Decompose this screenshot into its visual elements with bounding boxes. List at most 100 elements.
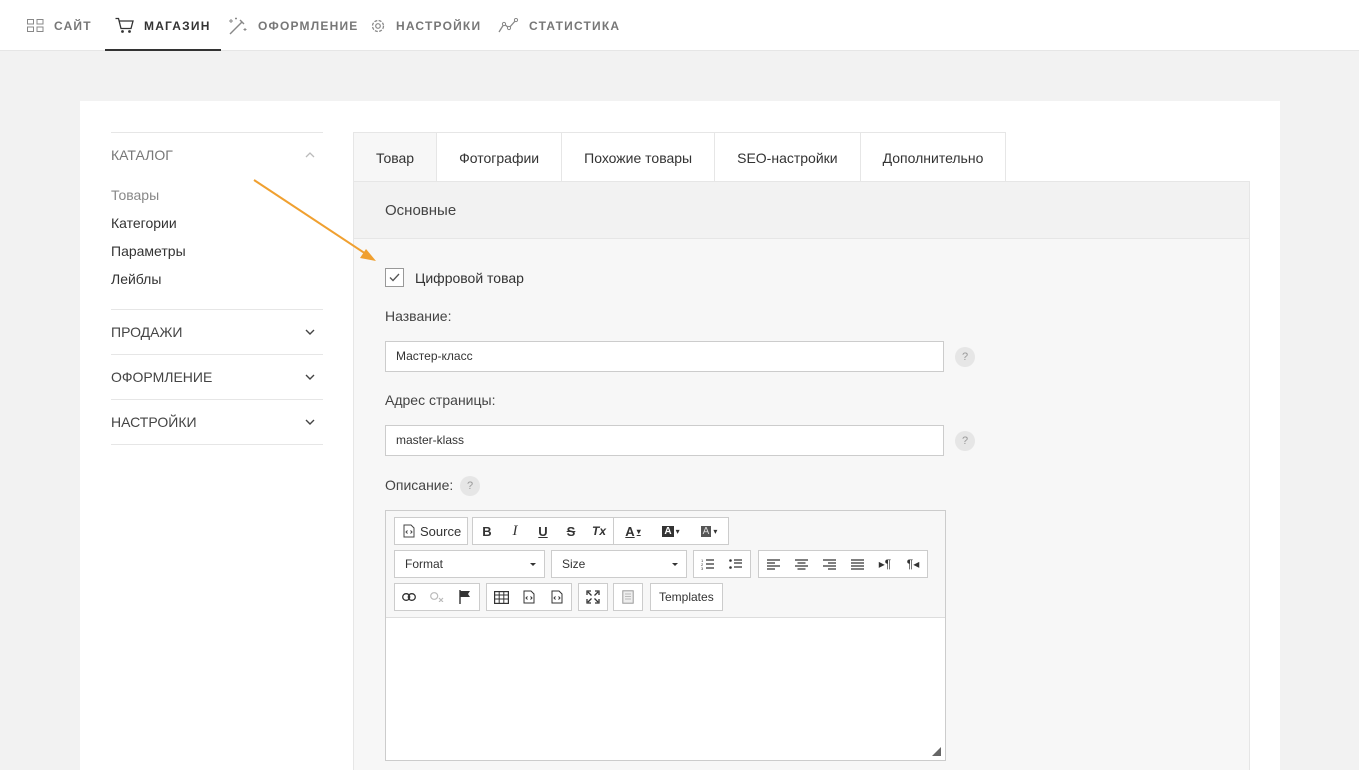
templates-group: Templates (650, 583, 723, 611)
nav-statistics-label: СТАТИСТИКА (529, 18, 621, 33)
maximize-icon (586, 590, 600, 604)
templates-button[interactable]: Templates (651, 584, 722, 610)
flag-icon (459, 590, 470, 604)
link-icon (402, 593, 416, 601)
ltr-button[interactable]: ▸¶ (871, 551, 899, 577)
sidebar-item-categories[interactable]: Категории (111, 209, 323, 237)
nav-shop-label: МАГАЗИН (144, 18, 211, 33)
bulleted-list-icon (729, 559, 742, 569)
table-icon (493, 590, 509, 604)
sidebar-item-products[interactable]: Товары (111, 181, 323, 209)
sidebar-section-label: ОФОРМЛЕНИЕ (111, 369, 213, 385)
nav-settings-label: НАСТРОЙКИ (396, 18, 482, 33)
sidebar-section-catalog[interactable]: КАТАЛОГ (111, 133, 323, 177)
clear-format-button[interactable]: Tx (585, 518, 613, 544)
underline-button[interactable]: U (529, 518, 557, 544)
tab-additional[interactable]: Дополнительно (860, 133, 1007, 182)
magic-wand-icon (229, 17, 247, 34)
sidebar-section-design[interactable]: ОФОРМЛЕНИЕ (111, 355, 323, 399)
divider (111, 444, 323, 445)
description-label: Описание: (385, 477, 454, 493)
sidebar-section-label: НАСТРОЙКИ (111, 414, 197, 430)
text-color-glyph: A (625, 523, 635, 539)
size-select[interactable]: Size (551, 550, 687, 578)
code-file-icon (523, 590, 535, 604)
links-group (394, 583, 480, 611)
top-navigation: САЙТ МАГАЗИН ОФОРМЛЕНИЕ НАСТРОЙКИ СТАТИС… (0, 0, 1359, 51)
dropdown-icon: ▾ (713, 526, 718, 536)
nav-settings[interactable]: НАСТРОЙКИ (370, 0, 481, 51)
align-left-icon (766, 558, 780, 570)
help-icon[interactable]: ? (460, 476, 480, 496)
sidebar-item-parameters[interactable]: Параметры (111, 237, 323, 265)
checkmark-icon (389, 273, 400, 282)
html-embed-button[interactable] (543, 584, 571, 610)
help-icon[interactable]: ? (955, 431, 975, 451)
main-card: КАТАЛОГ Товары Категории Параметры Лейбл… (80, 101, 1280, 770)
chevron-up-icon (305, 152, 315, 158)
sidebar-item-labels[interactable]: Лейблы (111, 265, 323, 293)
format-select-label: Format (405, 557, 444, 571)
digital-product-checkbox[interactable] (385, 268, 404, 287)
view-group (578, 583, 608, 611)
dropdown-icon: ▾ (636, 526, 641, 536)
nav-shop[interactable]: МАГАЗИН (105, 0, 221, 51)
highlight-color-glyph: A (700, 525, 712, 537)
source-button[interactable]: Source (395, 518, 467, 544)
gear-icon (371, 19, 385, 32)
table-button[interactable] (487, 584, 515, 610)
bold-button[interactable]: B (473, 518, 501, 544)
anchor-button[interactable] (451, 584, 479, 610)
format-select[interactable]: Format (394, 550, 545, 578)
name-input[interactable]: Мастер-класс (385, 341, 944, 372)
align-center-button[interactable] (787, 551, 815, 577)
highlight-color-button[interactable]: A ▾ (690, 518, 728, 544)
chevron-down-icon (305, 374, 315, 380)
nav-statistics[interactable]: СТАТИСТИКА (498, 0, 620, 51)
digital-product-row: Цифровой товар (385, 268, 524, 287)
sidebar-section-label: ПРОДАЖИ (111, 324, 183, 340)
align-justify-icon (850, 558, 864, 570)
unlink-button[interactable] (423, 584, 451, 610)
numbered-list-button[interactable]: 123 (694, 551, 722, 577)
bg-color-button[interactable]: A ▾ (652, 518, 690, 544)
basic-styles-group: B I U S Tx (472, 517, 614, 545)
code-snippet-button[interactable] (515, 584, 543, 610)
lists-group: 123 (693, 550, 751, 578)
tab-photos[interactable]: Фотографии (437, 133, 563, 182)
italic-button[interactable]: I (501, 518, 529, 544)
svg-text:3: 3 (701, 566, 704, 570)
bulleted-list-button[interactable] (722, 551, 750, 577)
tab-seo[interactable]: SEO-настройки (715, 133, 861, 182)
align-group: ▸¶ ¶◂ (758, 550, 928, 578)
align-justify-button[interactable] (843, 551, 871, 577)
text-color-button[interactable]: A ▾ (614, 518, 652, 544)
address-input[interactable]: master-klass (385, 425, 944, 456)
chevron-down-icon (305, 329, 315, 335)
align-right-button[interactable] (815, 551, 843, 577)
sidebar-section-settings[interactable]: НАСТРОЙКИ (111, 400, 323, 444)
source-group: Source (394, 517, 469, 545)
chart-line-icon (498, 18, 519, 33)
nav-site[interactable]: САЙТ (27, 0, 92, 51)
source-label: Source (420, 523, 462, 539)
rtl-button[interactable]: ¶◂ (899, 551, 927, 577)
link-button[interactable] (395, 584, 423, 610)
preview-button[interactable] (614, 584, 642, 610)
strike-button[interactable]: S (557, 518, 585, 544)
cart-icon (115, 17, 134, 33)
align-left-button[interactable] (759, 551, 787, 577)
numbered-list-icon: 123 (701, 558, 714, 570)
nav-design[interactable]: ОФОРМЛЕНИЕ (227, 0, 358, 51)
editor-content-area[interactable] (386, 618, 945, 760)
resize-handle-icon[interactable] (932, 747, 941, 756)
sidebar-section-sales[interactable]: ПРОДАЖИ (111, 310, 323, 354)
insert-group (486, 583, 572, 611)
product-panel: Основные Цифровой товар Название: Мастер… (353, 181, 1250, 770)
document-icon (622, 590, 634, 604)
help-icon[interactable]: ? (955, 347, 975, 367)
maximize-button[interactable] (579, 584, 607, 610)
code-file-icon (551, 590, 563, 604)
tab-similar-products[interactable]: Похожие товары (562, 133, 716, 182)
tab-product[interactable]: Товар (354, 133, 438, 182)
